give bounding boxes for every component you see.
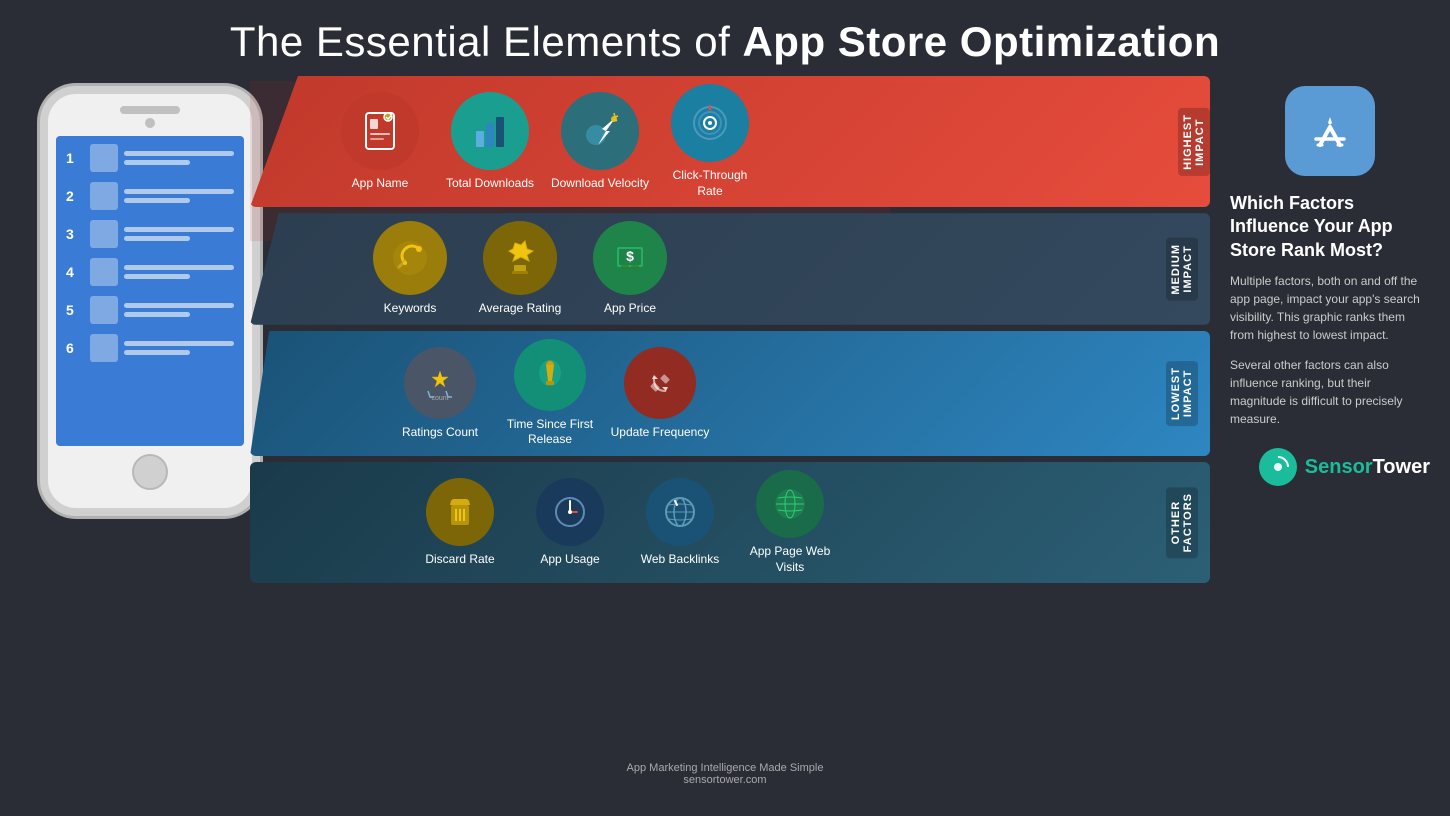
tier-item-ratings-count: count Ratings Count bbox=[390, 347, 490, 441]
footer-line1: App Marketing Intelligence Made Simple bbox=[627, 762, 824, 774]
tier-lowest: count Ratings Count Time Since First Rel… bbox=[250, 331, 1210, 456]
average-rating-circle bbox=[483, 221, 557, 295]
footer: App Marketing Intelligence Made Simple s… bbox=[627, 762, 824, 786]
highest-impact-label: HighestImpact bbox=[1178, 108, 1210, 176]
tier-item-app-price: $ App Price bbox=[580, 221, 680, 317]
which-factors-para2: Several other factors can also influence… bbox=[1230, 356, 1430, 428]
tier-other: Discard Rate App Usage Web Backlinks bbox=[250, 462, 1210, 583]
app-store-icon bbox=[1285, 86, 1375, 176]
tier-item-discard-rate: Discard Rate bbox=[410, 478, 510, 568]
phone-home-button bbox=[132, 454, 168, 490]
tier-item-keywords: Keywords bbox=[360, 221, 460, 317]
download-velocity-label: Download Velocity bbox=[551, 176, 649, 192]
lowest-impact-label: LowestImpact bbox=[1166, 361, 1198, 426]
tier-item-total-downloads: Total Downloads bbox=[440, 92, 540, 192]
medium-impact-label: MediumImpact bbox=[1166, 238, 1198, 301]
phone-row-1: 1 bbox=[66, 144, 234, 172]
other-factors-label: OtherFactors bbox=[1166, 487, 1198, 558]
update-frequency-circle bbox=[624, 347, 696, 419]
sensortower-circle-icon bbox=[1259, 448, 1297, 486]
click-through-circle bbox=[671, 84, 749, 162]
time-since-release-circle bbox=[514, 339, 586, 411]
tier-medium: Keywords Average Rating $ App Price bbox=[250, 213, 1210, 325]
keywords-label: Keywords bbox=[384, 301, 437, 317]
tier-item-click-through: Click-Through Rate bbox=[660, 84, 760, 199]
click-through-label: Click-Through Rate bbox=[660, 168, 760, 199]
sensortower-brand-text: SensorTower bbox=[1305, 456, 1430, 479]
phone-camera bbox=[145, 118, 155, 128]
ratings-count-label: Ratings Count bbox=[402, 425, 478, 441]
tier-item-app-usage: App Usage bbox=[520, 478, 620, 568]
sensortower-logo: SensorTower bbox=[1230, 448, 1430, 486]
discard-rate-circle bbox=[426, 478, 494, 546]
download-velocity-circle bbox=[561, 92, 639, 170]
which-factors-title: Which Factors Influence Your App Store R… bbox=[1230, 192, 1430, 262]
page-title: The Essential Elements of App Store Opti… bbox=[0, 0, 1450, 66]
right-panel: Which Factors Influence Your App Store R… bbox=[1230, 86, 1430, 486]
web-backlinks-circle bbox=[646, 478, 714, 546]
discard-rate-label: Discard Rate bbox=[425, 552, 494, 568]
tier-highest-items: App Name Total Downloads Download Veloci… bbox=[270, 84, 1170, 199]
tier-item-average-rating: Average Rating bbox=[470, 221, 570, 317]
phone-mockup: 1 2 3 bbox=[20, 86, 280, 516]
keywords-circle bbox=[373, 221, 447, 295]
phone-speaker bbox=[120, 106, 180, 114]
phone-row-6: 6 bbox=[66, 334, 234, 362]
title-prefix: The Essential Elements of bbox=[230, 18, 743, 65]
phone-row-3: 3 bbox=[66, 220, 234, 248]
tier-highest: App Name Total Downloads Download Veloci… bbox=[250, 76, 1210, 207]
svg-text:count: count bbox=[431, 395, 448, 402]
main-content: 1 2 3 bbox=[0, 66, 1450, 589]
title-bold: App Store Optimization bbox=[742, 18, 1220, 65]
app-usage-label: App Usage bbox=[540, 552, 599, 568]
tier-item-web-backlinks: Web Backlinks bbox=[630, 478, 730, 568]
tier-item-app-page-visits: App Page Web Visits bbox=[740, 470, 840, 575]
ratings-count-circle: count bbox=[404, 347, 476, 419]
phone-row-5: 5 bbox=[66, 296, 234, 324]
tier-item-app-name: App Name bbox=[330, 92, 430, 192]
phone-row-2: 2 bbox=[66, 182, 234, 210]
app-page-visits-label: App Page Web Visits bbox=[740, 544, 840, 575]
app-name-label: App Name bbox=[352, 176, 409, 192]
phone-screen: 1 2 3 bbox=[56, 136, 244, 446]
tier-item-update-frequency: Update Frequency bbox=[610, 347, 710, 441]
total-downloads-circle bbox=[451, 92, 529, 170]
total-downloads-label: Total Downloads bbox=[446, 176, 534, 192]
tier-item-time-since-release: Time Since First Release bbox=[500, 339, 600, 448]
tier-other-items: Discard Rate App Usage Web Backlinks bbox=[300, 470, 1158, 575]
tier-item-download-velocity: Download Velocity bbox=[550, 92, 650, 192]
phone-device: 1 2 3 bbox=[40, 86, 260, 516]
app-name-circle bbox=[341, 92, 419, 170]
update-frequency-label: Update Frequency bbox=[611, 425, 710, 441]
tier-medium-items: Keywords Average Rating $ App Price bbox=[280, 221, 1158, 317]
which-factors-para1: Multiple factors, both on and off the ap… bbox=[1230, 272, 1430, 344]
average-rating-label: Average Rating bbox=[479, 301, 562, 317]
time-since-release-label: Time Since First Release bbox=[500, 417, 600, 448]
app-usage-circle bbox=[536, 478, 604, 546]
phone-row-4: 4 bbox=[66, 258, 234, 286]
web-backlinks-label: Web Backlinks bbox=[641, 552, 719, 568]
app-price-label: App Price bbox=[604, 301, 656, 317]
tier-lowest-items: count Ratings Count Time Since First Rel… bbox=[290, 339, 1158, 448]
app-page-visits-circle bbox=[756, 470, 824, 538]
footer-line2: sensortower.com bbox=[627, 774, 824, 786]
app-price-circle: $ bbox=[593, 221, 667, 295]
funnel-container: App Name Total Downloads Download Veloci… bbox=[250, 76, 1210, 589]
svg-text:$: $ bbox=[626, 248, 634, 264]
